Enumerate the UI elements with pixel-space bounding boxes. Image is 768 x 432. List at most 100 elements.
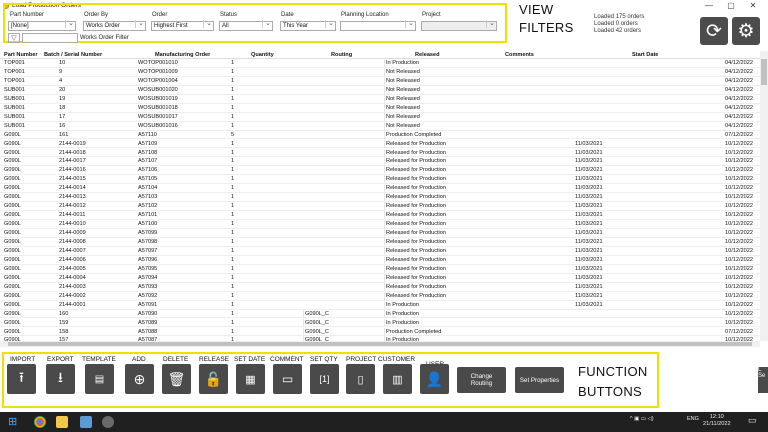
cell-due[interactable]: 11/03/2021	[575, 247, 623, 255]
cell-rel[interactable]: Released for Production	[384, 139, 499, 148]
cell-qty[interactable]: 1	[231, 220, 301, 228]
cell-rel[interactable]: Production Completed	[384, 327, 499, 336]
col-start-date[interactable]: Start Date	[632, 51, 685, 59]
table-row[interactable]: G090L 2144-0015 A57105 1 Released for Produc…	[0, 175, 760, 185]
cell-mo[interactable]: A57097	[138, 247, 230, 255]
chrome-icon[interactable]	[34, 416, 46, 428]
app-running-icon[interactable]	[102, 416, 114, 428]
cell-mo[interactable]: A57092	[138, 292, 230, 300]
table-row[interactable]: SUB001 17 WOSUB001017 1 Not Released 04/12/20…	[0, 112, 760, 122]
cell-start[interactable]: 04/12/2022	[700, 68, 753, 76]
table-row[interactable]: G090L 2144-0007 A57097 1 Released for Produc…	[0, 246, 760, 256]
cell-part[interactable]: TOP001	[4, 77, 56, 85]
cell-rel[interactable]: In Production	[384, 300, 499, 309]
cell-mo[interactable]: A57091	[138, 301, 230, 309]
cell-qty[interactable]: 1	[231, 166, 301, 174]
cell-start[interactable]: 10/12/2022	[700, 184, 753, 192]
cell-start[interactable]: 10/12/2022	[700, 301, 753, 309]
cell-part[interactable]: G090L	[4, 265, 56, 273]
table-row[interactable]: G090L 161 A57110 5 Production Completed 07/12…	[0, 130, 760, 140]
table-row[interactable]: G090L 2144-0010 A57100 1 Released for Produc…	[0, 220, 760, 229]
cell-start[interactable]: 10/12/2022	[700, 166, 753, 174]
cell-mo[interactable]: WOTOP001004	[138, 77, 230, 85]
status-select[interactable]: All	[219, 20, 273, 31]
cell-mo[interactable]: A57105	[138, 175, 230, 183]
cell-qty[interactable]: 1	[231, 157, 301, 165]
table-row[interactable]: G090L 2144-0011 A57101 1 Released for Produc…	[0, 211, 760, 221]
cell-due[interactable]: 11/03/2021	[575, 202, 623, 210]
planning-location-select[interactable]	[340, 20, 416, 31]
cell-batch[interactable]: 2144-0017	[59, 157, 134, 165]
cell-qty[interactable]: 1	[231, 247, 301, 255]
cell-rel[interactable]: Released for Production	[384, 291, 499, 300]
vertical-scrollbar[interactable]	[760, 51, 768, 341]
table-row[interactable]: G090L 2144-0003 A57093 1 Released for Produc…	[0, 282, 760, 292]
cell-rel[interactable]: Released for Production	[384, 264, 499, 273]
cell-start[interactable]: 04/12/2022	[700, 86, 753, 94]
cell-part[interactable]: G090L	[4, 220, 56, 228]
cell-batch[interactable]: 2144-0006	[59, 256, 134, 264]
cell-start[interactable]: 04/12/2022	[700, 104, 753, 112]
user-button[interactable]: 👤	[420, 364, 449, 394]
table-row[interactable]: G090L 2144-0017 A57107 1 Released for Produc…	[0, 157, 760, 167]
cell-part[interactable]: SUB001	[4, 122, 56, 130]
table-row[interactable]: G090L 2144-0008 A57098 1 Released for Produc…	[0, 238, 760, 247]
cell-qty[interactable]: 1	[231, 104, 301, 112]
import-button[interactable]: ⭱	[7, 364, 36, 394]
cell-part[interactable]: G090L	[4, 211, 56, 219]
cell-part[interactable]: SUB001	[4, 113, 56, 121]
cell-part[interactable]: TOP001	[4, 68, 56, 76]
cell-batch[interactable]: 2144-0014	[59, 184, 134, 192]
table-row[interactable]: G090L 2144-0012 A57102 1 Released for Produc…	[0, 202, 760, 212]
table-row[interactable]: SUB001 19 WOSUB001019 1 Not Released 04/12/20…	[0, 94, 760, 104]
cell-rel[interactable]: In Production	[384, 59, 499, 67]
cell-qty[interactable]: 1	[231, 283, 301, 291]
table-row[interactable]: TOP001 9 WOTOP001009 1 Not Released 04/12/202…	[0, 67, 760, 77]
table-row[interactable]: G090L 2144-0013 A57103 1 Released for Produc…	[0, 193, 760, 203]
cell-rel[interactable]: Not Released	[384, 103, 499, 112]
cell-part[interactable]: G090L	[4, 274, 56, 282]
col-manufacturing-order[interactable]: Manufacturing Order	[155, 51, 247, 59]
cell-rel[interactable]: Released for Production	[384, 157, 499, 166]
cell-part[interactable]: G090L	[4, 166, 56, 174]
cell-batch[interactable]: 2144-0012	[59, 202, 134, 210]
scroll-thumb[interactable]	[761, 59, 767, 85]
cell-part[interactable]: G090L	[4, 149, 56, 157]
cell-qty[interactable]: 1	[231, 265, 301, 273]
cell-rel[interactable]: Released for Production	[384, 148, 499, 157]
cell-batch[interactable]: 4	[59, 77, 134, 85]
cell-part[interactable]: G090L	[4, 202, 56, 210]
cell-start[interactable]: 10/12/2022	[700, 175, 753, 183]
cell-qty[interactable]: 1	[231, 59, 301, 67]
cell-start[interactable]: 10/12/2022	[700, 211, 753, 219]
cell-part[interactable]: G090L	[4, 175, 56, 183]
cell-rel[interactable]: Released for Production	[384, 273, 499, 282]
cell-batch[interactable]: 2144-0005	[59, 265, 134, 273]
cell-batch[interactable]: 2144-0003	[59, 283, 134, 291]
cell-rel[interactable]: Not Released	[384, 85, 499, 94]
cell-mo[interactable]: A57088	[138, 328, 230, 336]
cell-rel[interactable]: Released for Production	[384, 238, 499, 246]
cell-rel[interactable]: In Production	[384, 309, 499, 318]
cell-rel[interactable]: Released for Production	[384, 229, 499, 238]
cell-mo[interactable]: WOSUB001019	[138, 95, 230, 103]
table-row[interactable]: SUB001 20 WOSUB001020 1 Not Released 04/12/20…	[0, 85, 760, 95]
cell-batch[interactable]: 2144-0019	[59, 140, 134, 148]
cell-qty[interactable]: 1	[231, 202, 301, 210]
cell-rel[interactable]: Released for Production	[384, 211, 499, 220]
add-button[interactable]: ⊕	[125, 364, 154, 394]
cell-route[interactable]: G090L_C	[303, 318, 383, 327]
cell-rel[interactable]: Released for Production	[384, 193, 499, 202]
cell-start[interactable]: 10/12/2022	[700, 149, 753, 157]
cell-qty[interactable]: 1	[231, 328, 301, 336]
cell-part[interactable]: G090L	[4, 140, 56, 148]
refresh-button[interactable]: ⟳	[700, 17, 728, 45]
cell-due[interactable]: 11/03/2021	[575, 149, 623, 157]
cell-start[interactable]: 04/12/2022	[700, 95, 753, 103]
cell-route[interactable]: G090L_C	[303, 309, 383, 318]
cell-due[interactable]: 11/03/2021	[575, 184, 623, 192]
cell-batch[interactable]: 19	[59, 95, 134, 103]
taskbar-clock[interactable]: 12:10 21/11/2022	[703, 414, 731, 428]
cell-start[interactable]: 10/12/2022	[700, 247, 753, 255]
scroll-thumb[interactable]	[8, 342, 752, 346]
